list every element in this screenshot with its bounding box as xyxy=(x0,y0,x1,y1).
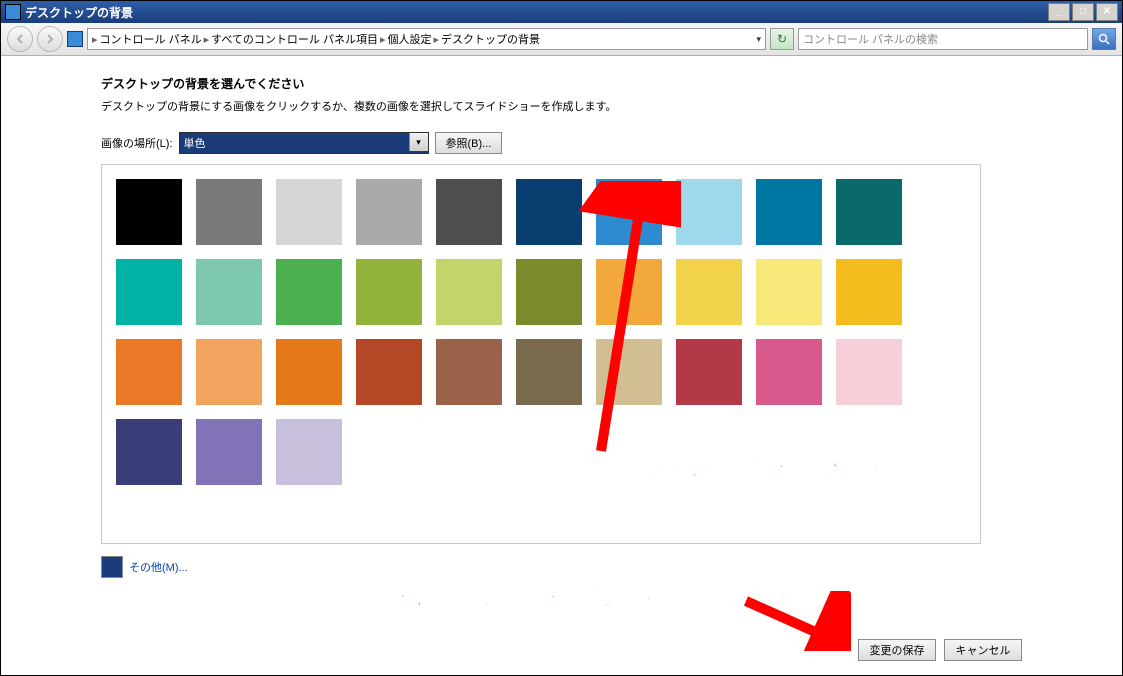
app-icon xyxy=(5,4,21,20)
search-input[interactable]: コントロール パネルの検索 xyxy=(798,28,1088,50)
color-swatch[interactable] xyxy=(756,179,822,245)
search-icon xyxy=(1098,33,1110,45)
color-swatch[interactable] xyxy=(356,179,422,245)
close-button[interactable]: ✕ xyxy=(1096,3,1118,21)
window-titlebar: デスクトップの背景 _ □ ✕ xyxy=(1,1,1122,23)
color-swatch[interactable] xyxy=(516,339,582,405)
color-swatch[interactable] xyxy=(116,179,182,245)
color-swatch[interactable] xyxy=(436,339,502,405)
page-heading: デスクトップの背景を選んでください xyxy=(101,75,1022,92)
cancel-button[interactable]: キャンセル xyxy=(944,639,1022,661)
annotation-text-2: 最後に変更の保存を押します。 xyxy=(371,581,677,613)
crumb-desktop-bg[interactable]: デスクトップの背景 xyxy=(441,31,540,47)
color-swatch[interactable] xyxy=(356,339,422,405)
back-button[interactable] xyxy=(7,26,33,52)
color-swatch[interactable] xyxy=(116,259,182,325)
other-color-link[interactable]: その他(M)... xyxy=(129,559,188,575)
color-swatch[interactable] xyxy=(116,339,182,405)
arrow-left-icon xyxy=(15,34,25,44)
color-swatch[interactable] xyxy=(756,339,822,405)
color-swatch[interactable] xyxy=(196,339,262,405)
color-swatch[interactable] xyxy=(516,259,582,325)
forward-button[interactable] xyxy=(37,26,63,52)
color-swatch[interactable] xyxy=(276,259,342,325)
location-select[interactable]: 単色 ▾ xyxy=(179,132,429,154)
color-swatch[interactable] xyxy=(276,339,342,405)
color-swatch[interactable] xyxy=(676,179,742,245)
chevron-down-icon: ▾ xyxy=(409,133,428,151)
crumb-all-items[interactable]: すべてのコントロール パネル項目 xyxy=(211,31,378,47)
crumb-control-panel[interactable]: コントロール パネル xyxy=(100,31,202,47)
color-swatch[interactable] xyxy=(356,259,422,325)
color-swatch[interactable] xyxy=(276,179,342,245)
location-value: 単色 xyxy=(184,135,206,151)
color-swatch[interactable] xyxy=(676,339,742,405)
window-title: デスクトップの背景 xyxy=(25,4,1048,21)
other-color-box xyxy=(101,556,123,578)
color-swatch[interactable] xyxy=(436,179,502,245)
breadcrumb[interactable]: ▸ コントロール パネル ▸ すべてのコントロール パネル項目 ▸ 個人設定 ▸… xyxy=(87,28,766,50)
path-icon xyxy=(67,31,83,47)
color-swatch[interactable] xyxy=(196,259,262,325)
save-button[interactable]: 変更の保存 xyxy=(858,639,936,661)
search-placeholder: コントロール パネルの検索 xyxy=(803,31,938,47)
color-swatch[interactable] xyxy=(196,179,262,245)
color-swatch[interactable] xyxy=(836,339,902,405)
minimize-button[interactable]: _ xyxy=(1048,3,1070,21)
annotation-text-1: 見やすい青などを選びます。 xyxy=(621,451,905,483)
color-swatch[interactable] xyxy=(196,419,262,485)
color-swatch[interactable] xyxy=(836,179,902,245)
browse-button[interactable]: 参照(B)... xyxy=(435,132,503,154)
color-swatch[interactable] xyxy=(596,339,662,405)
location-label: 画像の場所(L): xyxy=(101,135,173,151)
color-swatch[interactable] xyxy=(756,259,822,325)
refresh-button[interactable]: ↻ xyxy=(770,28,794,50)
color-swatch[interactable] xyxy=(436,259,502,325)
color-swatch[interactable] xyxy=(676,259,742,325)
maximize-button[interactable]: □ xyxy=(1072,3,1094,21)
color-swatch-panel xyxy=(101,164,981,544)
crumb-personalization[interactable]: 個人設定 xyxy=(388,31,432,47)
search-button[interactable] xyxy=(1092,28,1116,50)
color-swatch[interactable] xyxy=(596,259,662,325)
navigation-bar: ▸ コントロール パネル ▸ すべてのコントロール パネル項目 ▸ 個人設定 ▸… xyxy=(1,23,1122,56)
color-swatch[interactable] xyxy=(116,419,182,485)
color-swatch[interactable] xyxy=(836,259,902,325)
color-swatch[interactable] xyxy=(516,179,582,245)
color-swatch[interactable] xyxy=(276,419,342,485)
chevron-down-icon[interactable]: ▾ xyxy=(756,34,761,45)
arrow-right-icon xyxy=(45,34,55,44)
color-swatch[interactable] xyxy=(596,179,662,245)
page-description: デスクトップの背景にする画像をクリックするか、複数の画像を選択してスライドショー… xyxy=(101,98,1022,114)
